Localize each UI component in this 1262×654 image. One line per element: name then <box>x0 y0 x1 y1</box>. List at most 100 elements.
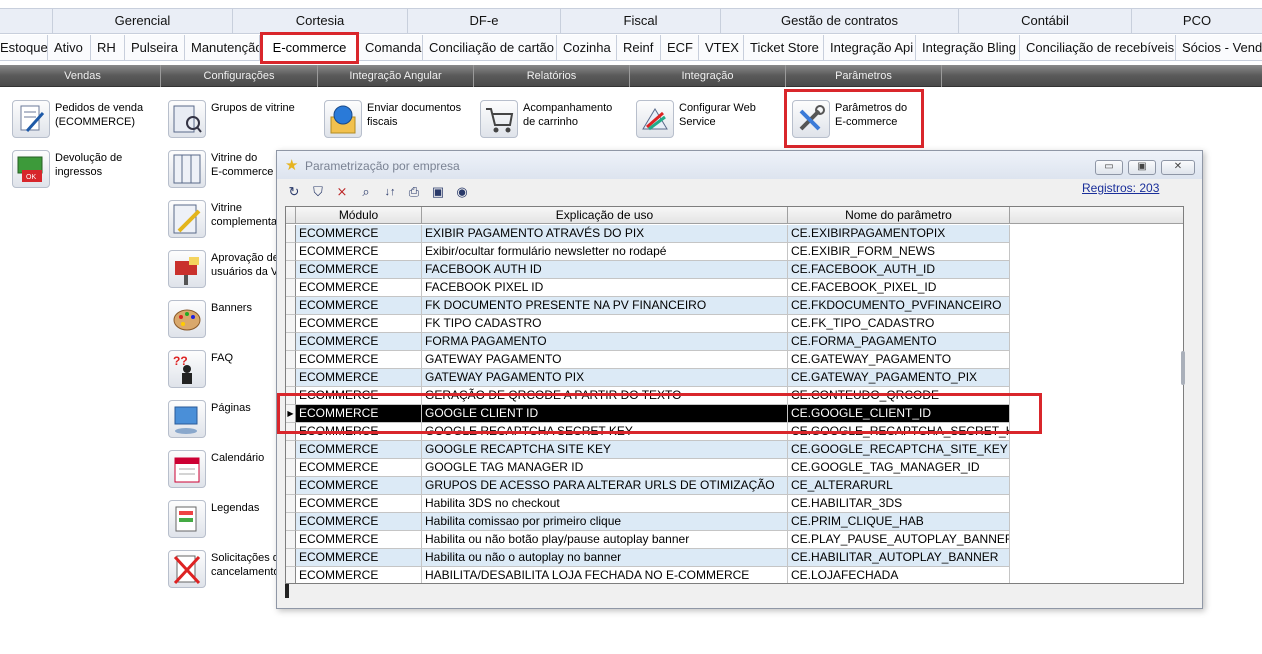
table-row[interactable]: ECOMMERCE GOOGLE TAG MANAGER ID CE.GOOGLE_… <box>286 459 1183 477</box>
cell-nome-parametro[interactable]: CE.FACEBOOK_AUTH_ID <box>788 261 1010 279</box>
cell-modulo[interactable]: ECOMMERCE <box>296 477 422 495</box>
print-icon[interactable]: ⎙ <box>405 183 423 201</box>
cell-explicacao[interactable]: GATEWAY PAGAMENTO PIX <box>422 369 788 387</box>
cell-explicacao[interactable]: Habilita ou não o autoplay no banner <box>422 549 788 567</box>
cell-modulo[interactable]: ECOMMERCE <box>296 495 422 513</box>
dialog-titlebar[interactable]: ★ Parametrização por empresa ▭ ▣ ✕ <box>277 151 1202 179</box>
tile-calendario[interactable]: Calendário <box>168 450 278 496</box>
cell-modulo[interactable]: ECOMMERCE <box>296 369 422 387</box>
cell-nome-parametro[interactable]: CE.FKDOCUMENTO_PVFINANCEIRO <box>788 297 1010 315</box>
refresh-icon[interactable]: ↻ <box>285 183 303 201</box>
horizontal-scroll-thumb[interactable] <box>285 584 289 598</box>
tile-aprovacao-usuarios[interactable]: Aprovação de usuários da V <box>168 250 279 296</box>
top-menu-dfe[interactable]: DF-e <box>408 9 561 33</box>
module-ecf[interactable]: ECF <box>661 35 699 61</box>
cell-nome-parametro[interactable]: CE.GATEWAY_PAGAMENTO <box>788 351 1010 369</box>
cell-modulo[interactable]: ECOMMERCE <box>296 279 422 297</box>
vertical-scroll-thumb[interactable] <box>1181 351 1185 385</box>
top-menu-gerencial[interactable]: Gerencial <box>53 9 233 33</box>
tile-legendas[interactable]: Legendas <box>168 500 278 546</box>
row-indicator[interactable] <box>286 459 296 477</box>
row-indicator[interactable] <box>286 225 296 243</box>
table-row[interactable]: ECOMMERCE HABILITA/DESABILITA LOJA FECHAD… <box>286 567 1183 583</box>
table-row[interactable]: ECOMMERCE Habilita comissao por primeiro … <box>286 513 1183 531</box>
module-reinf[interactable]: Reinf <box>617 35 661 61</box>
find-icon[interactable]: ⌕ <box>357 183 375 201</box>
row-indicator[interactable] <box>286 513 296 531</box>
cell-modulo[interactable]: ECOMMERCE <box>296 351 422 369</box>
header-nome-parametro[interactable]: Nome do parâmetro <box>788 207 1010 224</box>
tile-banners[interactable]: Banners <box>168 300 278 346</box>
tile-vitrine-ecommerce[interactable]: Vitrine do E-commerce <box>168 150 278 196</box>
module-ativo[interactable]: Ativo <box>48 35 91 61</box>
row-indicator[interactable] <box>286 567 296 583</box>
cell-explicacao[interactable]: Exibir/ocultar formulário newsletter no … <box>422 243 788 261</box>
cell-modulo[interactable]: ECOMMERCE <box>296 243 422 261</box>
save-icon[interactable]: ▣ <box>429 183 447 201</box>
table-row[interactable]: ECOMMERCE Habilita ou não botão play/paus… <box>286 531 1183 549</box>
maximize-button[interactable]: ▣ <box>1128 160 1156 175</box>
module-socios-venda[interactable]: Sócios - Venda <box>1176 35 1262 61</box>
clear-filter-icon[interactable]: ⨯ <box>333 183 351 201</box>
cell-explicacao[interactable]: FK DOCUMENTO PRESENTE NA PV FINANCEIRO <box>422 297 788 315</box>
module-integracao-api[interactable]: Integração Api <box>824 35 916 61</box>
table-row[interactable]: ECOMMERCE FACEBOOK PIXEL ID CE.FACEBOOK_PI… <box>286 279 1183 297</box>
sub-menu-configuracoes[interactable]: Configurações <box>161 65 318 87</box>
row-indicator[interactable] <box>286 333 296 351</box>
table-row[interactable]: ECOMMERCE GATEWAY PAGAMENTO CE.GATEWAY_PAG… <box>286 351 1183 369</box>
table-row[interactable]: ECOMMERCE Exibir/ocultar formulário newsl… <box>286 243 1183 261</box>
cell-modulo[interactable]: ECOMMERCE <box>296 459 422 477</box>
export-icon[interactable]: ◉ <box>453 183 471 201</box>
cell-nome-parametro[interactable]: CE.HABILITAR_AUTOPLAY_BANNER <box>788 549 1010 567</box>
cell-nome-parametro[interactable]: CE.FACEBOOK_PIXEL_ID <box>788 279 1010 297</box>
cell-explicacao[interactable]: FORMA PAGAMENTO <box>422 333 788 351</box>
cell-explicacao[interactable]: GOOGLE RECAPTCHA SITE KEY <box>422 441 788 459</box>
cell-explicacao[interactable]: HABILITA/DESABILITA LOJA FECHADA NO E-CO… <box>422 567 788 583</box>
tile-paginas[interactable]: Páginas <box>168 400 278 446</box>
module-manutencao[interactable]: Manutenção <box>185 35 260 61</box>
cell-modulo[interactable]: ECOMMERCE <box>296 315 422 333</box>
table-row[interactable]: ECOMMERCE GOOGLE RECAPTCHA SITE KEY CE.GOO… <box>286 441 1183 459</box>
row-indicator[interactable] <box>286 315 296 333</box>
table-row[interactable]: ECOMMERCE FK DOCUMENTO PRESENTE NA PV FIN… <box>286 297 1183 315</box>
cell-nome-parametro[interactable]: CE_ALTERARURL <box>788 477 1010 495</box>
cell-explicacao[interactable]: Habilita 3DS no checkout <box>422 495 788 513</box>
row-indicator[interactable] <box>286 477 296 495</box>
module-integracao-bling[interactable]: Integração Bling <box>916 35 1020 61</box>
table-row[interactable]: ECOMMERCE GRUPOS DE ACESSO PARA ALTERAR U… <box>286 477 1183 495</box>
cell-nome-parametro[interactable]: CE.FK_TIPO_CADASTRO <box>788 315 1010 333</box>
sub-menu-integracao-angular[interactable]: Integração Angular <box>318 65 474 87</box>
cell-nome-parametro[interactable]: CE.LOJAFECHADA <box>788 567 1010 583</box>
tile-faq[interactable]: ?? FAQ <box>168 350 278 396</box>
tile-grupos-vitrine[interactable]: Grupos de vitrine <box>168 100 295 146</box>
top-menu-cortesia[interactable]: Cortesia <box>233 9 408 33</box>
sub-menu-parametros[interactable]: Parâmetros <box>786 65 942 87</box>
cell-nome-parametro[interactable]: CE.PLAY_PAUSE_AUTOPLAY_BANNER <box>788 531 1010 549</box>
row-indicator[interactable] <box>286 495 296 513</box>
cell-explicacao[interactable]: EXIBIR PAGAMENTO ATRAVÉS DO PIX <box>422 225 788 243</box>
cell-nome-parametro[interactable]: CE.FORMA_PAGAMENTO <box>788 333 1010 351</box>
cell-nome-parametro[interactable]: CE.GOOGLE_RECAPTCHA_SITE_KEY <box>788 441 1010 459</box>
row-indicator[interactable] <box>286 297 296 315</box>
module-ecommerce[interactable]: E-commerce <box>260 32 359 64</box>
row-indicator[interactable] <box>286 531 296 549</box>
cell-nome-parametro[interactable]: CE.EXIBIR_FORM_NEWS <box>788 243 1010 261</box>
header-modulo[interactable]: Módulo <box>296 207 422 224</box>
filter-icon[interactable]: ⛉ <box>309 183 327 201</box>
module-vtex[interactable]: VTEX <box>699 35 744 61</box>
table-row[interactable]: ECOMMERCE GATEWAY PAGAMENTO PIX CE.GATEWAY… <box>286 369 1183 387</box>
cell-nome-parametro[interactable]: CE.HABILITAR_3DS <box>788 495 1010 513</box>
tile-configurar-web-service[interactable]: Configurar Web Service <box>636 100 786 146</box>
sort-icon[interactable]: ↓↑ <box>381 183 399 201</box>
cell-explicacao[interactable]: Habilita ou não botão play/pause autopla… <box>422 531 788 549</box>
table-row[interactable]: ECOMMERCE Habilita 3DS no checkout CE.HABI… <box>286 495 1183 513</box>
row-indicator[interactable] <box>286 549 296 567</box>
cell-modulo[interactable]: ECOMMERCE <box>296 225 422 243</box>
cell-modulo[interactable]: ECOMMERCE <box>296 297 422 315</box>
tile-enviar-documentos[interactable]: Enviar documentos fiscais <box>324 100 474 146</box>
module-pulseira[interactable]: Pulseira <box>125 35 185 61</box>
sub-menu-relatorios[interactable]: Relatórios <box>474 65 630 87</box>
table-row[interactable]: ECOMMERCE FORMA PAGAMENTO CE.FORMA_PAGAMEN… <box>286 333 1183 351</box>
cell-explicacao[interactable]: FACEBOOK AUTH ID <box>422 261 788 279</box>
registros-count[interactable]: Registros: 203 <box>1082 181 1159 195</box>
